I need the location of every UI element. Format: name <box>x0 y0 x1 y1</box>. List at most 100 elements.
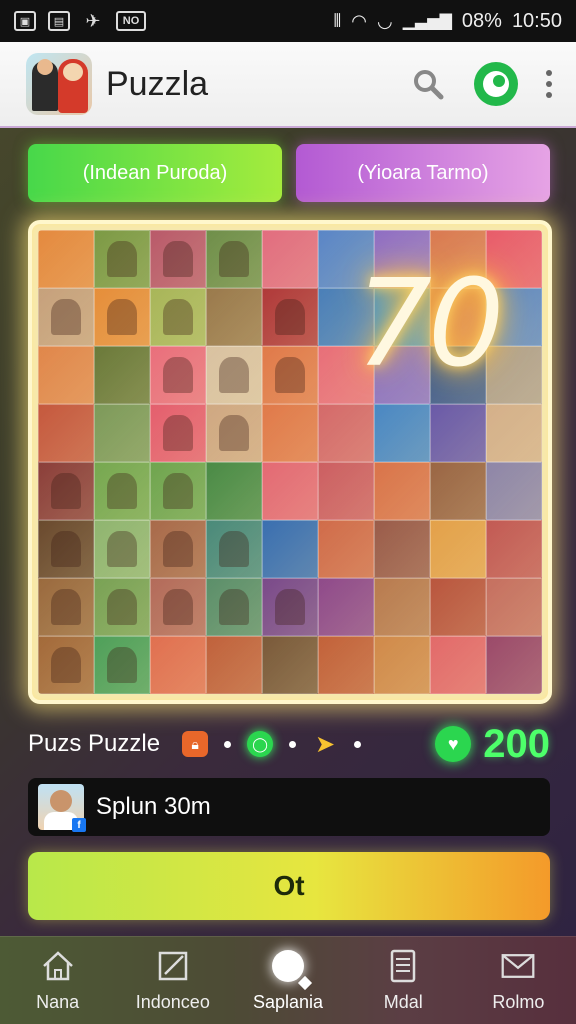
nav-label: Rolmo <box>492 992 545 1012</box>
puzzle-piece[interactable] <box>262 636 318 694</box>
puzzle-piece[interactable] <box>374 520 430 578</box>
puzzle-piece[interactable] <box>150 404 206 462</box>
search-glow <box>272 950 304 982</box>
puzzle-piece[interactable] <box>94 462 150 520</box>
puzzle-piece[interactable] <box>206 230 262 288</box>
puzzle-piece[interactable] <box>318 520 374 578</box>
puzzle-piece[interactable] <box>38 346 94 404</box>
puzzle-piece[interactable] <box>94 636 150 694</box>
hint-ring-icon[interactable]: ◯ <box>247 731 274 757</box>
puzzle-piece[interactable] <box>38 288 94 346</box>
puzzle-piece[interactable] <box>94 230 150 288</box>
puzzle-piece[interactable] <box>374 462 430 520</box>
puzzle-piece[interactable] <box>150 578 206 636</box>
search-icon[interactable] <box>410 66 446 102</box>
puzzle-piece[interactable] <box>94 520 150 578</box>
puzzle-piece[interactable] <box>206 636 262 694</box>
avatar: f <box>38 784 86 832</box>
puzzle-piece[interactable] <box>374 404 430 462</box>
puzzle-piece[interactable] <box>486 404 542 462</box>
puzzle-piece[interactable] <box>374 578 430 636</box>
puzzle-piece[interactable] <box>206 578 262 636</box>
puzzle-piece[interactable] <box>262 578 318 636</box>
clock: 10:50 <box>511 9 562 32</box>
puzzle-piece[interactable] <box>430 404 486 462</box>
puzzle-piece[interactable] <box>206 288 262 346</box>
more-dot <box>546 70 552 76</box>
search-icon <box>270 948 306 984</box>
separator-dot <box>224 740 232 748</box>
nav-item-indonceo[interactable]: Indonceo <box>115 937 230 1024</box>
puzzle-piece[interactable] <box>262 288 318 346</box>
bird-icon: ✈ <box>85 10 101 31</box>
nav-label: Nana <box>36 992 80 1012</box>
puzzle-piece[interactable] <box>430 578 486 636</box>
puzzle-piece[interactable] <box>318 578 374 636</box>
facebook-icon: f <box>72 818 86 832</box>
puzzle-info-row: Puzs Puzzle 🔒︎ ◯ ➤ ♥ 200 <box>28 718 550 770</box>
play-arrow-icon[interactable]: ➤ <box>312 731 338 758</box>
profile-icon[interactable] <box>474 62 518 106</box>
puzzle-piece[interactable] <box>430 520 486 578</box>
puzzle-piece[interactable] <box>38 462 94 520</box>
category-tabs: (Indean Puroda) (Yioara Tarmo) <box>28 144 550 202</box>
more-dot <box>546 92 552 98</box>
tab-yioara-tarmo[interactable]: (Yioara Tarmo) <box>296 144 550 202</box>
puzzle-piece[interactable] <box>206 346 262 404</box>
puzzle-piece[interactable] <box>262 346 318 404</box>
puzzle-piece[interactable] <box>262 520 318 578</box>
home-icon <box>40 948 76 984</box>
puzzle-piece[interactable] <box>38 404 94 462</box>
puzzle-piece[interactable] <box>150 230 206 288</box>
profile-icon-inner <box>483 71 509 97</box>
logo-figure-right <box>58 59 88 113</box>
puzzle-piece[interactable] <box>262 404 318 462</box>
gallery-icon: ▤ <box>48 11 70 31</box>
puzzle-piece[interactable] <box>150 636 206 694</box>
more-options-icon[interactable] <box>546 70 552 98</box>
puzzle-piece[interactable] <box>38 578 94 636</box>
puzzle-piece[interactable] <box>430 636 486 694</box>
puzzle-piece[interactable] <box>150 462 206 520</box>
player-status-text: Splun 30m <box>96 793 211 820</box>
puzzle-piece[interactable] <box>94 346 150 404</box>
powerup-icons: 🔒︎ ◯ ➤ <box>182 731 362 758</box>
nav-item-saplania[interactable]: Saplania <box>230 937 345 1024</box>
puzzle-piece[interactable] <box>206 404 262 462</box>
puzzle-piece[interactable] <box>486 520 542 578</box>
primary-action-button[interactable]: Ot <box>28 852 550 920</box>
lock-icon[interactable]: 🔒︎ <box>182 731 209 757</box>
puzzle-piece[interactable] <box>94 288 150 346</box>
tab-indean-puroda[interactable]: (Indean Puroda) <box>28 144 282 202</box>
score-value: 200 <box>483 721 550 766</box>
puzzle-piece[interactable] <box>38 636 94 694</box>
puzzle-piece[interactable] <box>38 230 94 288</box>
puzzle-piece[interactable] <box>150 346 206 404</box>
nav-item-mdal[interactable]: Mdal <box>346 937 461 1024</box>
puzzle-piece[interactable] <box>430 462 486 520</box>
puzzle-piece[interactable] <box>206 462 262 520</box>
bottom-nav: Nana Indonceo Saplania Mdal Rolmo <box>0 936 576 1024</box>
puzzle-piece[interactable] <box>38 520 94 578</box>
puzzle-piece[interactable] <box>486 462 542 520</box>
nav-item-rolmo[interactable]: Rolmo <box>461 937 576 1024</box>
puzzle-piece[interactable] <box>94 578 150 636</box>
puzzle-piece[interactable] <box>262 230 318 288</box>
nav-item-home[interactable]: Nana <box>0 937 115 1024</box>
puzzle-piece[interactable] <box>486 578 542 636</box>
puzzle-piece[interactable] <box>486 636 542 694</box>
nav-label: Mdal <box>383 992 423 1012</box>
more-dot <box>546 81 552 87</box>
puzzle-piece[interactable] <box>262 462 318 520</box>
vibrate-icon: ⦀ <box>333 10 342 31</box>
puzzle-piece[interactable] <box>318 404 374 462</box>
nfc-icon: NO <box>116 11 146 31</box>
puzzle-piece[interactable] <box>150 520 206 578</box>
puzzle-piece[interactable] <box>150 288 206 346</box>
puzzle-piece[interactable] <box>206 520 262 578</box>
puzzle-piece[interactable] <box>374 636 430 694</box>
puzzle-piece[interactable] <box>318 462 374 520</box>
player-bar[interactable]: f Splun 30m <box>28 778 550 836</box>
puzzle-piece[interactable] <box>94 404 150 462</box>
puzzle-piece[interactable] <box>318 636 374 694</box>
